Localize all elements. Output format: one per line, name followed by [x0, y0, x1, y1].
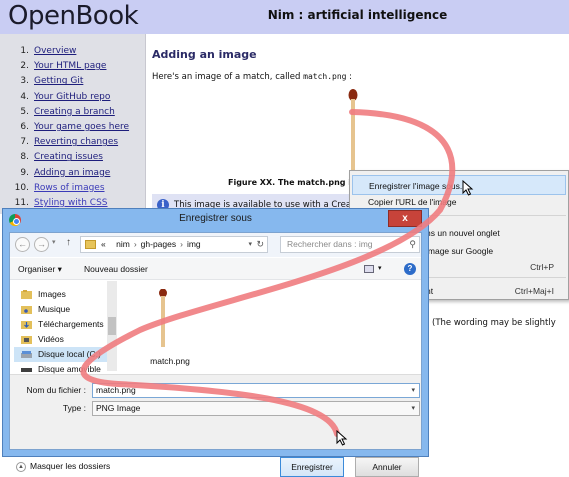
sidebar: 1. Overview 2. Your HTML page 3. Getting Gi…: [0, 34, 146, 214]
save-button[interactable]: Enregistrer: [280, 457, 344, 477]
address-bar[interactable]: « nim › gh-pages › img ▾ ↻: [80, 236, 268, 253]
menu-shortcut: Ctrl+Maj+I: [514, 286, 554, 296]
dialog-title: Enregistrer sous: [179, 213, 252, 224]
sidebar-item-creating-branch[interactable]: 5. Creating a branch: [0, 105, 145, 120]
nav-item-music[interactable]: Musique: [14, 302, 114, 317]
site-logo[interactable]: OpenBook: [0, 0, 146, 34]
search-input[interactable]: Rechercher dans : img ⚲: [280, 236, 420, 253]
search-icon: ⚲: [409, 239, 416, 249]
sidebar-item-label[interactable]: Adding an image: [34, 168, 110, 178]
nav-item-videos[interactable]: Vidéos: [14, 332, 114, 347]
sidebar-item-getting-git[interactable]: 3. Getting Git: [0, 74, 145, 89]
music-folder-icon: [21, 306, 32, 314]
filename-input[interactable]: match.png ▾: [92, 383, 420, 398]
chevron-down-icon[interactable]: ▾: [248, 237, 252, 252]
close-button[interactable]: x: [388, 210, 422, 227]
sidebar-item-html-page[interactable]: 2. Your HTML page: [0, 59, 145, 74]
match-thumbnail: [159, 289, 167, 347]
sidebar-item-label[interactable]: Styling with CSS: [34, 198, 108, 208]
menu-shortcut: Ctrl+P: [530, 262, 554, 272]
sidebar-item-label[interactable]: Creating issues: [34, 152, 103, 162]
nav-item-images[interactable]: Images: [14, 287, 114, 302]
breadcrumb-segment[interactable]: gh-pages: [141, 239, 176, 249]
sidebar-item-label[interactable]: Your HTML page: [34, 61, 106, 71]
type-label: Type :: [62, 403, 86, 413]
sidebar-item-github-repo[interactable]: 4. Your GitHub repo: [0, 90, 145, 105]
videos-folder-icon: [21, 336, 32, 344]
intro-text: Here's an image of a match, called match…: [152, 72, 353, 82]
sidebar-item-label[interactable]: Overview: [34, 46, 76, 56]
dialog-body: ← → ▾ ↑ « nim › gh-pages › img ▾ ↻ Recherche…: [9, 232, 422, 477]
file-name: match.png: [150, 356, 190, 366]
sidebar-item-label[interactable]: Getting Git: [34, 76, 83, 86]
sidebar-item-adding-image[interactable]: 9. Adding an image: [0, 166, 145, 181]
filename-label: Nom du fichier :: [26, 385, 86, 395]
save-as-dialog: Enregistrer sous x ← → ▾ ↑ « nim › gh-page…: [2, 208, 429, 477]
chevron-up-icon: ▲: [16, 461, 26, 472]
help-icon[interactable]: ?: [404, 263, 416, 275]
sidebar-item-issues[interactable]: 8. Creating issues: [0, 150, 145, 165]
sidebar-item-label[interactable]: Creating a branch: [34, 107, 115, 117]
up-arrow-icon[interactable]: ↑: [66, 237, 71, 248]
images-folder-icon: [21, 290, 32, 299]
recent-dropdown-icon[interactable]: ▾: [52, 238, 56, 246]
cancel-button[interactable]: Annuler: [355, 457, 419, 477]
page-title: Nim : artificial intelligence: [146, 0, 569, 34]
forward-arrow-icon[interactable]: →: [34, 237, 49, 252]
breadcrumb-segment[interactable]: nim: [116, 239, 130, 249]
type-select[interactable]: PNG Image ▾: [92, 401, 420, 416]
mouse-cursor-icon: [462, 180, 474, 196]
wording-note: (The wording may be slightly: [432, 318, 556, 328]
breadcrumb-segment[interactable]: img: [187, 239, 201, 249]
dialog-titlebar[interactable]: Enregistrer sous x: [3, 209, 428, 231]
folder-icon: [85, 240, 96, 249]
view-options-icon[interactable]: [364, 265, 374, 273]
sidebar-item-reverting[interactable]: 7. Reverting changes: [0, 135, 145, 150]
intro-code: match.png: [303, 72, 347, 81]
sidebar-item-overview[interactable]: 1. Overview: [0, 44, 145, 59]
dialog-toolbar: Organiser ▾ Nouveau dossier ▾ ?: [10, 258, 421, 280]
refresh-icon[interactable]: ↻: [256, 237, 264, 252]
scrollbar-thumb[interactable]: [108, 317, 116, 335]
new-folder-button[interactable]: Nouveau dossier: [84, 258, 148, 280]
downloads-folder-icon: [21, 321, 32, 329]
save-form: Nom du fichier : match.png ▾ Type : PNG I…: [10, 374, 421, 477]
back-arrow-icon[interactable]: ←: [15, 237, 30, 252]
local-disk-icon: [21, 351, 32, 358]
sidebar-item-label[interactable]: Rows of images: [34, 183, 105, 193]
section-heading: Adding an image: [152, 48, 257, 61]
chevron-down-icon[interactable]: ▾: [411, 402, 415, 415]
nav-item-downloads[interactable]: Téléchargements: [14, 317, 114, 332]
breadcrumb: « nim › gh-pages › img: [101, 239, 201, 249]
mouse-cursor-icon: [336, 430, 348, 446]
file-item[interactable]: match.png: [138, 289, 198, 369]
sidebar-item-label[interactable]: Your GitHub repo: [34, 92, 110, 102]
nav-pane-scrollbar[interactable]: [107, 281, 117, 371]
sidebar-item-label[interactable]: Reverting changes: [34, 137, 118, 147]
navigation-row: ← → ▾ ↑ « nim › gh-pages › img ▾ ↻ Recherche…: [10, 233, 421, 257]
sidebar-item-rows-images[interactable]: 10. Rows of images: [0, 181, 145, 196]
sidebar-item-label[interactable]: Your game goes here: [34, 122, 129, 132]
organise-button[interactable]: Organiser ▾: [18, 258, 62, 280]
chevron-down-icon[interactable]: ▾: [411, 384, 415, 397]
chevron-down-icon[interactable]: ▾: [378, 258, 382, 280]
hide-folders-toggle[interactable]: ▲ Masquer les dossiers: [16, 461, 110, 472]
nav-item-local-disk[interactable]: Disque local (C:): [14, 347, 114, 362]
sidebar-item-your-game[interactable]: 6. Your game goes here: [0, 120, 145, 135]
removable-disk-icon: [21, 368, 32, 372]
